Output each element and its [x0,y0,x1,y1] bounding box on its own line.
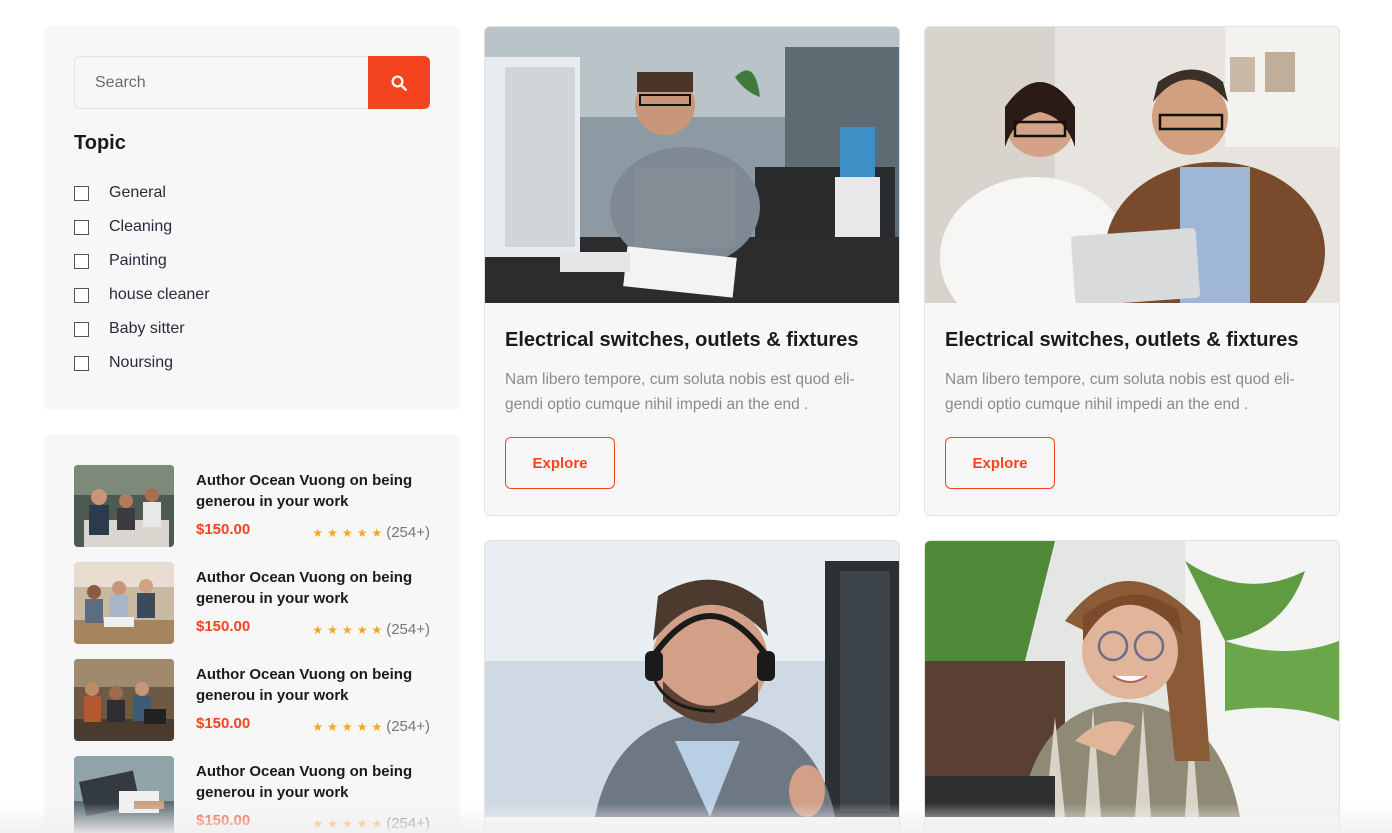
post-rating: ★ ★ ★ ★ ★ (254+) [312,621,430,638]
topic-label: house cleaner [109,286,210,303]
card-description: Nam libero tempore, cum soluta nobis est… [505,371,855,413]
post-title[interactable]: Author Ocean Vuong on being generou in y… [196,470,430,512]
star-icon: ★ [327,622,338,637]
star-icon: ★ [312,622,324,637]
topic-item-house-cleaner[interactable]: house cleaner [74,278,210,312]
checkbox[interactable] [74,219,89,235]
card-title[interactable]: Electrical switches, outlets & fixtures [505,329,858,352]
post-price: $150.00 [196,618,251,635]
rating-count: (254+) [386,815,430,832]
post-rating: ★ ★ ★ ★ ★ (254+) [312,815,430,832]
post-thumbnail[interactable] [74,756,174,833]
post-title[interactable]: Author Ocean Vuong on being generou in y… [196,664,430,706]
service-card [484,540,900,833]
topic-item-cleaning[interactable]: Cleaning [74,210,210,244]
post-price: $150.00 [196,715,251,732]
card-title[interactable]: Electrical switches, outlets & fixtures [945,329,1298,352]
star-icon: ★ [371,622,383,637]
star-icon: ★ [341,816,353,831]
post-price: $150.00 [196,521,251,538]
search-input[interactable] [74,56,368,109]
search-bar [74,56,430,109]
topic-label: Noursing [109,354,174,371]
star-icon: ★ [371,719,383,734]
card-image[interactable] [485,541,899,817]
star-icon: ★ [371,816,383,831]
post-item[interactable]: Author Ocean Vuong on being generou in y… [74,756,430,833]
star-icon: ★ [356,525,368,540]
explore-button[interactable]: Explore [945,437,1055,489]
post-price: $150.00 [196,812,251,829]
star-icon: ★ [327,816,338,831]
explore-button[interactable]: Explore [505,437,615,489]
topic-item-baby-sitter[interactable]: Baby sitter [74,312,210,346]
post-thumbnail[interactable] [74,562,174,644]
post-title[interactable]: Author Ocean Vuong on being generou in y… [196,567,430,609]
card-image[interactable] [925,27,1339,303]
post-thumbnail[interactable] [74,465,174,547]
star-icon: ★ [341,719,353,734]
post-rating: ★ ★ ★ ★ ★ (254+) [312,718,430,735]
post-rating: ★ ★ ★ ★ ★ (254+) [312,524,430,541]
post-item[interactable]: Author Ocean Vuong on being generou in y… [74,659,430,741]
checkbox[interactable] [74,355,89,371]
star-icon: ★ [312,816,324,831]
star-icon: ★ [312,719,324,734]
post-thumbnail[interactable] [74,659,174,741]
filter-panel: Topic General Cleaning Painting house cl… [44,26,460,410]
topic-item-painting[interactable]: Painting [74,244,210,278]
topic-label: Baby sitter [109,320,185,337]
star-icon: ★ [312,525,324,540]
recent-posts-panel: Author Ocean Vuong on being generou in y… [44,435,460,833]
checkbox[interactable] [74,185,89,201]
service-card: Electrical switches, outlets & fixtures … [924,26,1340,516]
rating-count: (254+) [386,718,430,735]
search-button[interactable] [368,56,430,109]
checkbox[interactable] [74,287,89,303]
checkbox[interactable] [74,253,89,269]
topic-label: Painting [109,252,167,269]
service-card [924,540,1340,833]
checkbox[interactable] [74,321,89,337]
star-icon: ★ [341,622,353,637]
star-icon: ★ [341,525,353,540]
star-icon: ★ [356,816,368,831]
topic-heading: Topic [74,132,126,154]
card-image[interactable] [485,27,899,303]
topic-label: Cleaning [109,218,173,235]
star-icon: ★ [371,525,383,540]
service-card: Electrical switches, outlets & fixtures … [484,26,900,516]
rating-count: (254+) [386,524,430,541]
topic-item-general[interactable]: General [74,176,210,210]
star-icon: ★ [327,719,338,734]
rating-count: (254+) [386,621,430,638]
star-icon: ★ [356,622,368,637]
topic-list: General Cleaning Painting house cleaner … [74,176,210,380]
topic-item-noursing[interactable]: Noursing [74,346,210,380]
post-item[interactable]: Author Ocean Vuong on being generou in y… [74,465,430,547]
card-description: Nam libero tempore, cum soluta nobis est… [945,371,1295,413]
topic-label: General [109,184,166,201]
post-item[interactable]: Author Ocean Vuong on being generou in y… [74,562,430,644]
post-title[interactable]: Author Ocean Vuong on being generou in y… [196,761,430,803]
star-icon: ★ [327,525,338,540]
search-icon [391,75,407,91]
card-image[interactable] [925,541,1339,817]
star-icon: ★ [356,719,368,734]
